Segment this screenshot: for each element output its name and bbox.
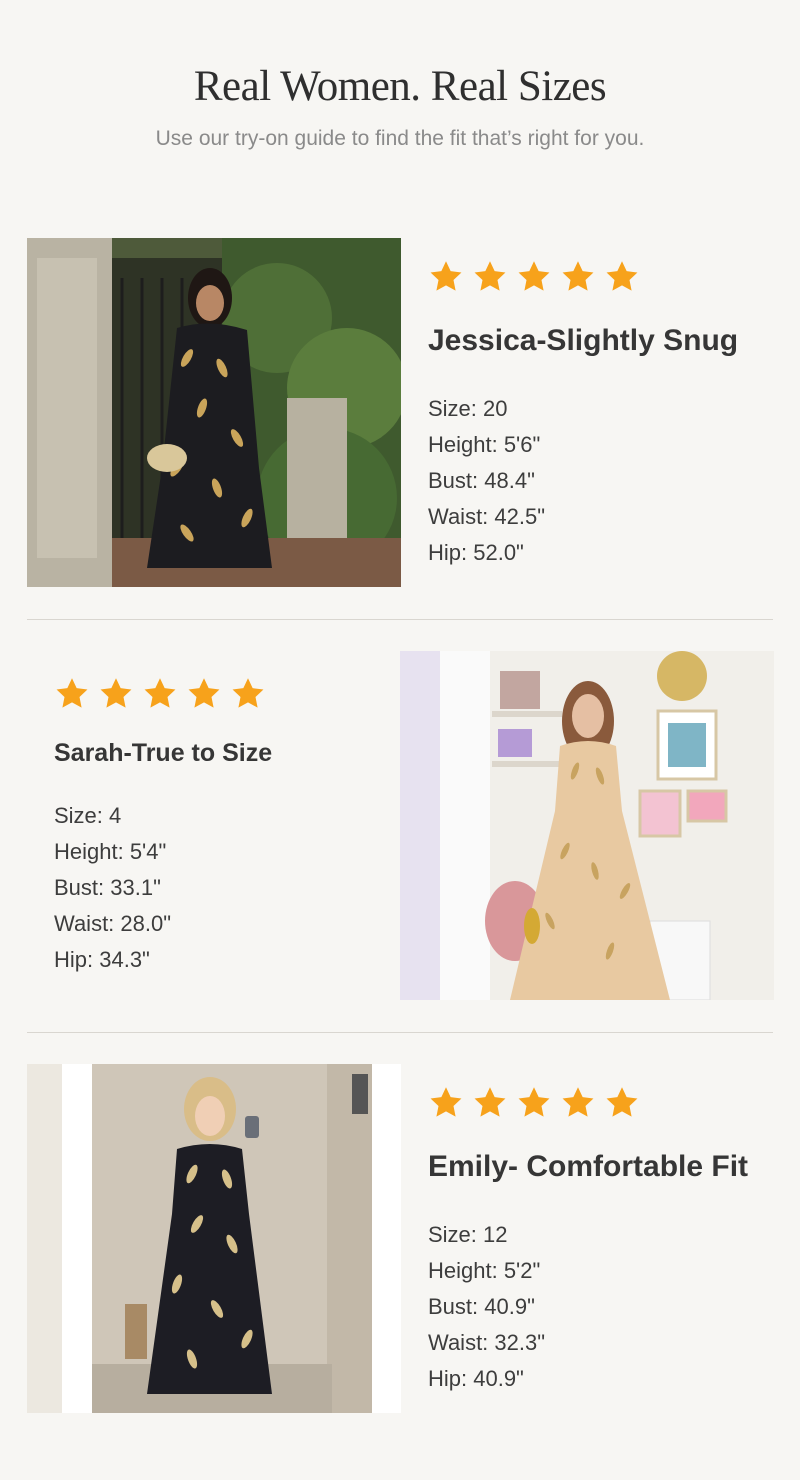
rating-stars	[428, 1085, 640, 1121]
review-photo-jessica	[27, 238, 401, 587]
spec-hip: Hip: 40.9"	[428, 1366, 524, 1391]
star-icon	[100, 678, 132, 708]
review-photo-sarah	[400, 651, 774, 1000]
size-specs: Size: 4 Height: 5'4" Bust: 33.1" Waist: …	[54, 798, 171, 978]
review-card-sarah: Sarah-True to Size Size: 4 Height: 5'4" …	[27, 651, 774, 1000]
star-icon	[232, 678, 264, 708]
divider	[27, 1032, 773, 1033]
reviewer-name: Emily- Comfortable Fit	[428, 1150, 749, 1183]
star-icon	[606, 261, 638, 291]
star-icon	[430, 261, 462, 291]
review-card-emily: Emily- Comfortable Fit Size: 12 Height: …	[27, 1064, 773, 1413]
spec-waist: Waist: 32.3"	[428, 1330, 546, 1355]
size-specs: Size: 20 Height: 5'6" Bust: 48.4" Waist:…	[428, 391, 545, 571]
size-specs: Size: 12 Height: 5'2" Bust: 40.9" Waist:…	[428, 1217, 545, 1397]
page-subtitle: Use our try-on guide to find the fit tha…	[155, 127, 645, 150]
spec-hip: Hip: 52.0"	[428, 540, 524, 565]
spec-waist: Waist: 42.5"	[428, 504, 546, 529]
star-icon	[188, 678, 220, 708]
spec-waist: Waist: 28.0"	[54, 911, 172, 936]
spec-height: Height: 5'6"	[428, 432, 541, 457]
spec-size: Size: 20	[428, 396, 508, 421]
reviewer-name: Sarah-True to Size	[54, 739, 273, 767]
review-card-jessica: Jessica-Slightly Snug Size: 20 Height: 5…	[27, 238, 773, 587]
star-icon	[144, 678, 176, 708]
spec-height: Height: 5'2"	[428, 1258, 541, 1283]
star-icon	[606, 1087, 638, 1117]
spec-size: Size: 12	[428, 1222, 508, 1247]
reviewer-name: Jessica-Slightly Snug	[428, 324, 739, 357]
spec-bust: Bust: 40.9"	[428, 1294, 535, 1319]
spec-bust: Bust: 48.4"	[428, 468, 535, 493]
star-icon	[562, 261, 594, 291]
rating-stars	[428, 259, 640, 295]
star-icon	[562, 1087, 594, 1117]
page-title: Real Women. Real Sizes	[193, 63, 607, 110]
rating-stars	[54, 676, 266, 712]
star-icon	[430, 1087, 462, 1117]
star-icon	[474, 261, 506, 291]
divider	[27, 619, 773, 620]
spec-size: Size: 4	[54, 803, 122, 828]
spec-hip: Hip: 34.3"	[54, 947, 150, 972]
star-icon	[518, 261, 550, 291]
star-icon	[474, 1087, 506, 1117]
star-icon	[518, 1087, 550, 1117]
star-icon	[56, 678, 88, 708]
spec-height: Height: 5'4"	[54, 839, 167, 864]
spec-bust: Bust: 33.1"	[54, 875, 161, 900]
review-photo-emily	[27, 1064, 401, 1413]
